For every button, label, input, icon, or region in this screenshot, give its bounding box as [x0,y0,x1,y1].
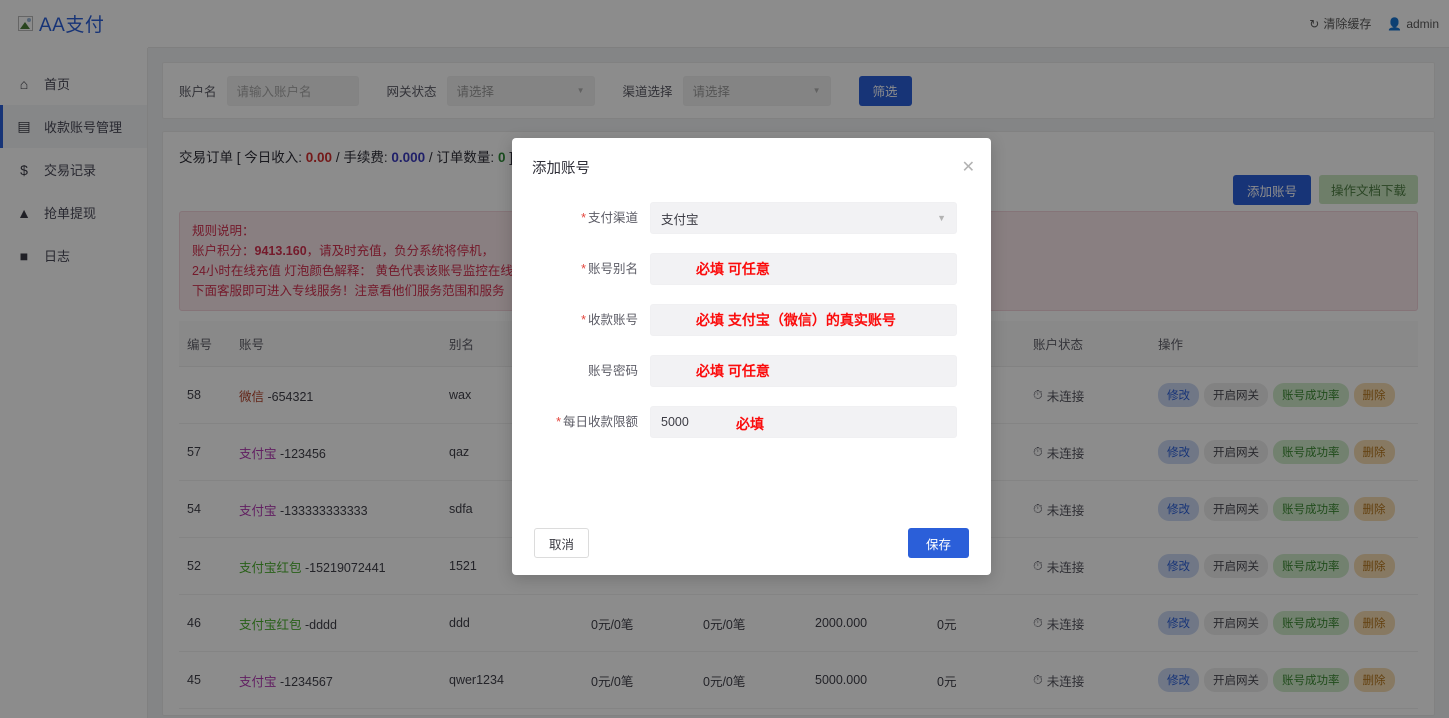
field-label: *账号别名 [534,253,638,278]
field-wrap: 必填 支付宝（微信）的真实账号 [650,304,957,336]
form-row-2: *收款账号必填 支付宝（微信）的真实账号 [534,304,957,336]
field-input-0[interactable]: 支付宝 ▼ [650,202,957,234]
dialog-header: 添加账号 ✕ [512,138,991,196]
cancel-button[interactable]: 取消 [534,528,589,558]
required-marker: * [581,211,586,225]
save-button[interactable]: 保存 [908,528,969,558]
dialog-footer: 取消 保存 [512,511,991,575]
close-icon[interactable]: ✕ [962,160,975,176]
field-wrap: 必填 可任意 [650,355,957,387]
field-input-1[interactable] [650,253,957,285]
field-value: 5000 [661,415,689,429]
field-label: *收款账号 [534,304,638,329]
add-account-dialog: 添加账号 ✕ *支付渠道支付宝▼*账号别名必填 可任意*收款账号必填 支付宝（微… [512,138,991,575]
dialog-title: 添加账号 [532,157,590,178]
field-hint: 必填 [736,414,764,434]
dialog-body: *支付渠道支付宝▼*账号别名必填 可任意*收款账号必填 支付宝（微信）的真实账号… [512,196,991,511]
field-wrap: 支付宝 ▼ [650,202,957,234]
field-label: *每日收款限额 [534,406,638,431]
field-value: 支付宝 [661,209,699,228]
field-input-2[interactable] [650,304,957,336]
field-label: 账号密码 [534,355,638,380]
chevron-down-icon: ▼ [937,213,946,223]
field-label: *支付渠道 [534,202,638,227]
form-row-3: 账号密码必填 可任意 [534,355,957,387]
form-row-4: *每日收款限额 5000 必填 [534,406,957,438]
field-input-3[interactable] [650,355,957,387]
form-row-0: *支付渠道 支付宝 ▼ [534,202,957,234]
field-wrap: 必填 可任意 [650,253,957,285]
form-row-1: *账号别名必填 可任意 [534,253,957,285]
app-root: AA支付 ↻ 清除缓存 👤 admin ⌂ 首页 ▤ 收款账号管理 [0,0,1449,718]
field-input-4[interactable]: 5000 [650,406,957,438]
required-marker: * [581,313,586,327]
required-marker: * [556,415,561,429]
field-wrap: 5000 必填 [650,406,957,438]
required-marker: * [581,262,586,276]
